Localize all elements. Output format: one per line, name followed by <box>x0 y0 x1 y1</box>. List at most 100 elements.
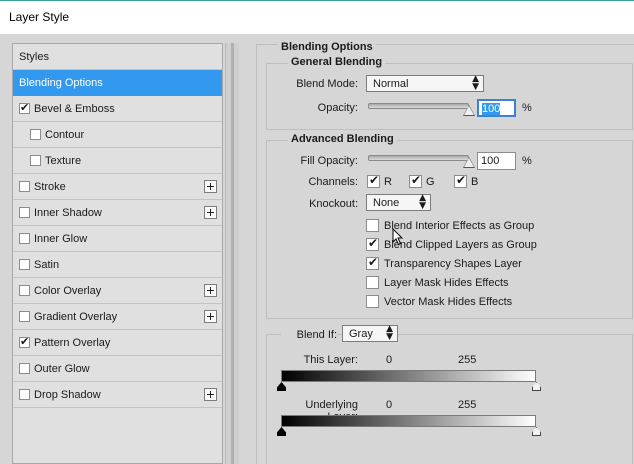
add-icon[interactable] <box>204 180 217 193</box>
general-blending-heading: General Blending <box>288 56 386 68</box>
style-item-label: Contour <box>45 129 85 141</box>
blend-if-label: Blend If: <box>281 329 337 341</box>
style-item-texture[interactable]: Texture <box>13 148 222 174</box>
style-item-label: Pattern Overlay <box>34 337 111 349</box>
inner-glow-checkbox[interactable] <box>19 233 30 244</box>
pattern-overlay-checkbox[interactable] <box>19 335 30 348</box>
channel-b-checkbox[interactable] <box>454 173 467 188</box>
blend-mode-select[interactable]: Normal ▲ ▼ <box>366 75 484 92</box>
opacity-input[interactable]: 100 <box>477 99 516 117</box>
fill-opacity-percent: % <box>522 155 532 167</box>
style-item-styles[interactable]: Styles <box>13 44 222 70</box>
vector-mask-hides-effects-label: Vector Mask Hides Effects <box>384 296 513 308</box>
blend-interior-effects-as-group-checkbox[interactable] <box>366 219 379 232</box>
drop-shadow-checkbox[interactable] <box>19 389 30 400</box>
advanced-blending-heading: Advanced Blending <box>288 133 397 145</box>
style-item-inner-shadow[interactable]: Inner Shadow <box>13 200 222 226</box>
add-icon[interactable] <box>204 310 217 323</box>
opacity-percent: % <box>522 102 532 114</box>
blend-mode-label: Blend Mode: <box>296 78 358 90</box>
channel-g-checkbox[interactable] <box>409 173 422 188</box>
style-item-label: Inner Glow <box>34 233 88 245</box>
blend-if-select[interactable]: Gray ▲ ▼ <box>342 325 398 342</box>
style-item-gradient-overlay[interactable]: Gradient Overlay <box>13 304 222 330</box>
add-icon[interactable] <box>204 388 217 401</box>
mouse-cursor-icon <box>392 228 404 246</box>
fill-opacity-value: 100 <box>481 155 500 167</box>
updown-arrow-icon: ▲ ▼ <box>472 74 479 92</box>
this-layer-max: 255 <box>458 354 477 366</box>
opacity-value: 100 <box>482 103 501 115</box>
fill-opacity-slider-thumb[interactable] <box>463 157 475 168</box>
style-item-bevel-emboss[interactable]: Bevel & Emboss <box>13 96 222 122</box>
satin-checkbox[interactable] <box>19 259 30 270</box>
fill-opacity-slider-track[interactable] <box>368 155 469 161</box>
channels-label: Channels: <box>308 176 358 188</box>
updown-arrow-icon: ▲ ▼ <box>419 193 426 211</box>
add-icon[interactable] <box>204 284 217 297</box>
add-icon[interactable] <box>204 206 217 219</box>
styles-list-scrollbar[interactable] <box>225 43 239 464</box>
inner-shadow-checkbox[interactable] <box>19 207 30 218</box>
style-item-color-overlay[interactable]: Color Overlay <box>13 278 222 304</box>
blending-options-panel: Blending Options General Blending Blend … <box>256 41 634 464</box>
style-item-contour[interactable]: Contour <box>13 122 222 148</box>
channel-r-label: R <box>384 176 392 188</box>
style-item-drop-shadow[interactable]: Drop Shadow <box>13 382 222 408</box>
blend-interior-effects-as-group-label: Blend Interior Effects as Group <box>384 220 535 232</box>
this-layer-gradient <box>281 370 536 382</box>
stroke-checkbox[interactable] <box>19 181 30 192</box>
blend-clipped-layers-as-group-label: Blend Clipped Layers as Group <box>384 239 537 251</box>
this-layer-min: 0 <box>386 354 393 366</box>
underlying-max: 255 <box>458 399 477 411</box>
title-bar: Layer Style <box>0 0 634 34</box>
gradient-overlay-checkbox[interactable] <box>19 311 30 322</box>
blend-clipped-layers-as-group-checkbox[interactable] <box>366 236 379 251</box>
underlying-min: 0 <box>386 399 393 411</box>
layer-mask-hides-effects-label: Layer Mask Hides Effects <box>384 277 509 289</box>
window-title: Layer Style <box>9 10 70 24</box>
contour-checkbox[interactable] <box>30 129 41 140</box>
style-item-label: Stroke <box>34 181 66 193</box>
style-item-label: Styles <box>19 51 49 63</box>
transparency-shapes-layer-checkbox[interactable] <box>366 255 379 270</box>
updown-arrow-icon: ▲ ▼ <box>386 324 393 342</box>
outer-glow-checkbox[interactable] <box>19 363 30 374</box>
underlying-gradient <box>281 415 536 427</box>
style-item-pattern-overlay[interactable]: Pattern Overlay <box>13 330 222 356</box>
fill-opacity-input[interactable]: 100 <box>477 152 516 170</box>
general-blending-group <box>266 63 633 130</box>
knockout-value: None <box>373 197 400 209</box>
opacity-slider-track[interactable] <box>368 103 469 109</box>
style-item-label: Inner Shadow <box>34 207 102 219</box>
opacity-label: Opacity: <box>317 102 358 114</box>
bevel-emboss-checkbox[interactable] <box>19 101 30 114</box>
knockout-select[interactable]: None ▲ ▼ <box>366 194 431 211</box>
style-item-label: Satin <box>34 259 60 271</box>
style-item-inner-glow[interactable]: Inner Glow <box>13 226 222 252</box>
color-overlay-checkbox[interactable] <box>19 285 30 296</box>
blending-options-heading: Blending Options <box>278 41 376 53</box>
style-item-label: Texture <box>45 155 82 167</box>
vector-mask-hides-effects-checkbox[interactable] <box>366 295 379 308</box>
fill-opacity-label: Fill Opacity: <box>300 155 358 167</box>
blend-if-value: Gray <box>349 328 373 340</box>
this-layer-label: This Layer: <box>303 354 358 366</box>
opacity-slider-thumb[interactable] <box>463 105 475 116</box>
layer-mask-hides-effects-checkbox[interactable] <box>366 276 379 289</box>
texture-checkbox[interactable] <box>30 155 41 166</box>
style-item-outer-glow[interactable]: Outer Glow <box>13 356 222 382</box>
style-item-label: Gradient Overlay <box>34 311 118 323</box>
style-item-label: Bevel & Emboss <box>34 103 115 115</box>
style-item-label: Outer Glow <box>34 363 90 375</box>
style-item-stroke[interactable]: Stroke <box>13 174 222 200</box>
channel-b-label: B <box>471 176 479 188</box>
style-item-label: Drop Shadow <box>34 389 101 401</box>
channel-r-checkbox[interactable] <box>367 173 380 188</box>
style-item-blending-options[interactable]: Blending Options <box>13 70 222 96</box>
knockout-label: Knockout: <box>309 198 358 210</box>
style-item-label: Color Overlay <box>34 285 102 297</box>
styles-list: Styles Blending Options Bevel & Emboss Cont… <box>12 43 223 464</box>
style-item-satin[interactable]: Satin <box>13 252 222 278</box>
channel-g-label: G <box>426 176 435 188</box>
